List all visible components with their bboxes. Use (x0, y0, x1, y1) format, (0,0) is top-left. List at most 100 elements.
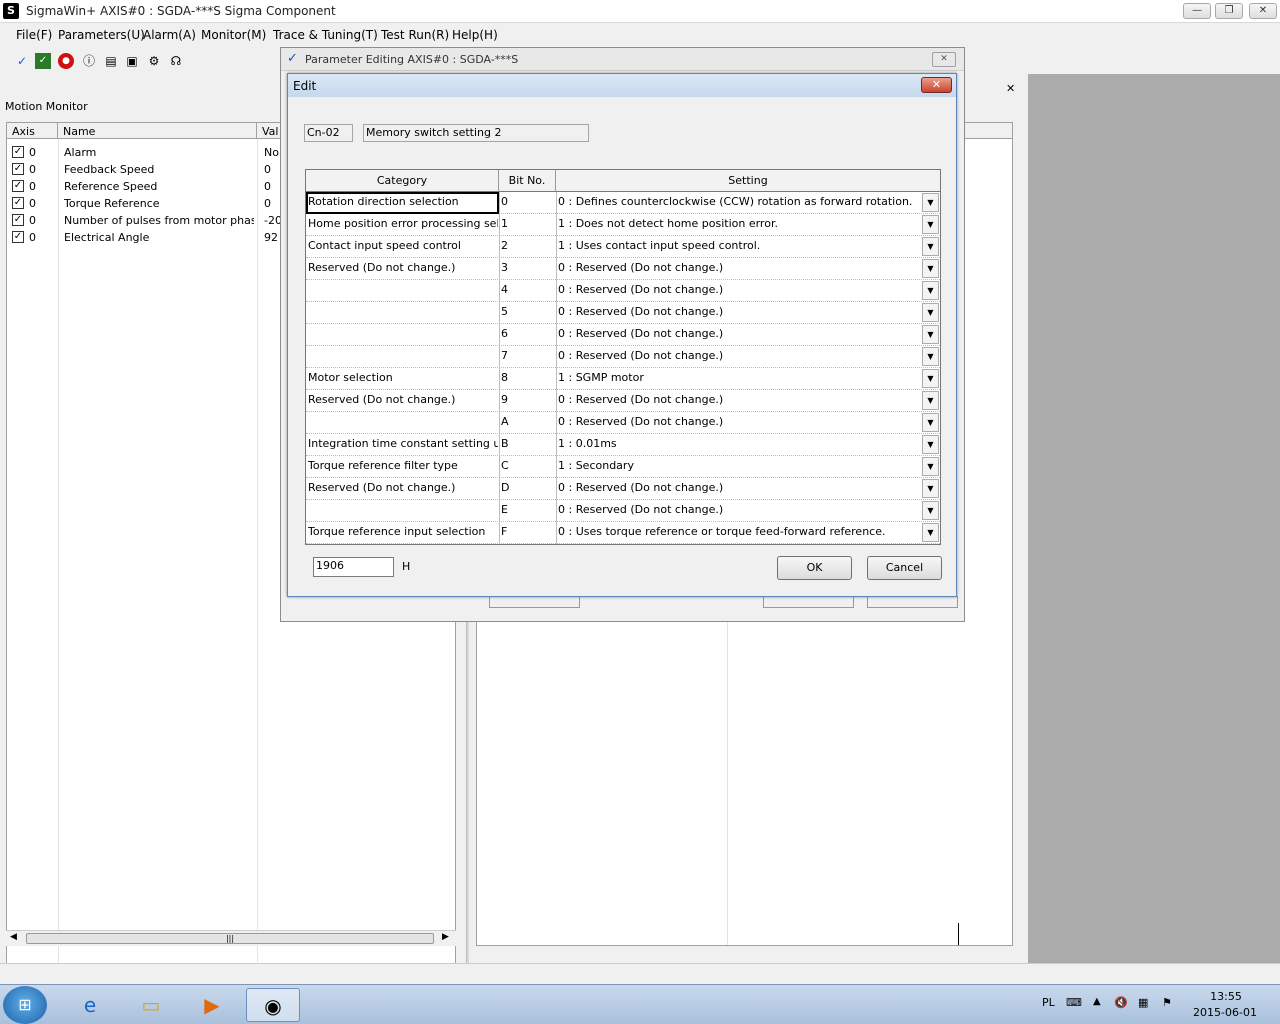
dropdown-arrow-icon[interactable]: ▼ (922, 347, 939, 366)
scroll-right-icon[interactable]: ▶ (442, 932, 449, 942)
record-icon[interactable]: ● (58, 53, 74, 69)
language-indicator[interactable]: PL (1042, 996, 1055, 1009)
bit-row[interactable]: E 0 : Reserved (Do not change.) ▼ (306, 500, 940, 522)
dropdown-arrow-icon[interactable]: ▼ (922, 457, 939, 476)
row-checkbox[interactable]: ✓ (12, 231, 24, 243)
hex-value-input[interactable]: 1906 (313, 557, 394, 577)
row-checkbox[interactable]: ✓ (12, 180, 24, 192)
info-icon[interactable]: ⓘ (81, 53, 97, 69)
ok-button[interactable]: OK (777, 556, 852, 580)
menu-alarm[interactable]: Alarm(A) (143, 28, 196, 42)
network-icon[interactable]: ⚙ (146, 53, 162, 69)
panel-icon[interactable]: ▤ (103, 53, 119, 69)
start-button[interactable]: ⊞ (3, 986, 47, 1024)
bit-row[interactable]: Torque reference input selection F 0 : Use… (306, 522, 940, 544)
menu-file[interactable]: File(F) (16, 28, 52, 42)
keyboard-icon[interactable]: ⌨ (1066, 996, 1082, 1009)
check-icon[interactable]: ✓ (14, 53, 30, 69)
row-setting[interactable]: 0 : Reserved (Do not change.) (558, 261, 918, 274)
scroll-left-icon[interactable]: ◀ (10, 932, 17, 942)
media-player-icon[interactable]: ▶ (185, 988, 239, 1022)
row-setting[interactable]: 0 : Reserved (Do not change.) (558, 415, 918, 428)
dropdown-arrow-icon[interactable]: ▼ (922, 281, 939, 300)
close-button[interactable]: ✕ (1249, 3, 1277, 19)
row-setting[interactable]: 1 : Uses contact input speed control. (558, 239, 918, 252)
menu-trace-tuning[interactable]: Trace & Tuning(T) (273, 28, 378, 42)
dropdown-arrow-icon[interactable]: ▼ (922, 479, 939, 498)
scroll-thumb[interactable]: ||| (26, 933, 434, 944)
folder-icon[interactable]: ▭ (124, 988, 178, 1022)
clock-time[interactable]: 13:55 (1196, 990, 1256, 1003)
close-pane-icon[interactable]: ✕ (1006, 82, 1015, 95)
sigmawin-taskbar-icon[interactable]: ◉ (246, 988, 300, 1022)
tray-arrow-icon[interactable]: ▲ (1093, 996, 1101, 1007)
action-center-icon[interactable]: ⚑ (1162, 996, 1172, 1009)
param-number-field: Cn-02 (304, 124, 353, 142)
menu-parameters[interactable]: Parameters(U) (58, 28, 145, 42)
col-name[interactable]: Name (58, 123, 257, 139)
network-tray-icon[interactable]: ▦ (1138, 996, 1148, 1009)
bit-row[interactable]: Contact input speed control 2 1 : Uses con… (306, 236, 940, 258)
bit-row[interactable]: Motor selection 8 1 : SGMP motor ▼ (306, 368, 940, 390)
dropdown-arrow-icon[interactable]: ▼ (922, 237, 939, 256)
bit-row[interactable]: 4 0 : Reserved (Do not change.) ▼ (306, 280, 940, 302)
bit-row[interactable]: 6 0 : Reserved (Do not change.) ▼ (306, 324, 940, 346)
param-close-button[interactable]: ✕ (932, 52, 956, 67)
bit-row[interactable]: Rotation direction selection 0 0 : Defines… (306, 192, 940, 214)
clock-date[interactable]: 2015-06-01 (1190, 1006, 1260, 1019)
app-icon[interactable]: S (3, 3, 19, 19)
row-setting[interactable]: 1 : Does not detect home position error. (558, 217, 918, 230)
row-setting[interactable]: 0 : Reserved (Do not change.) (558, 393, 918, 406)
col-axis[interactable]: Axis (7, 123, 58, 139)
row-setting[interactable]: 0 : Defines counterclockwise (CCW) rotat… (558, 195, 918, 208)
edit-close-button[interactable]: ✕ (921, 77, 952, 93)
row-setting[interactable]: 0 : Reserved (Do not change.) (558, 283, 918, 296)
bit-row[interactable]: Reserved (Do not change.) D 0 : Reserved (… (306, 478, 940, 500)
bit-row[interactable]: Torque reference filter type C 1 : Seconda… (306, 456, 940, 478)
row-setting[interactable]: 0 : Reserved (Do not change.) (558, 327, 918, 340)
row-checkbox[interactable]: ✓ (12, 197, 24, 209)
row-setting[interactable]: 0 : Reserved (Do not change.) (558, 305, 918, 318)
horizontal-scrollbar[interactable]: ◀ ||| ▶ (6, 930, 456, 946)
verify-icon[interactable]: ✓ (35, 53, 51, 69)
volume-icon[interactable]: 🔇 (1114, 996, 1128, 1009)
cancel-button[interactable]: Cancel (867, 556, 942, 580)
menu-help[interactable]: Help(H) (452, 28, 498, 42)
dropdown-arrow-icon[interactable]: ▼ (922, 501, 939, 520)
dropdown-arrow-icon[interactable]: ▼ (922, 259, 939, 278)
dropdown-arrow-icon[interactable]: ▼ (922, 523, 939, 542)
row-setting[interactable]: 0 : Reserved (Do not change.) (558, 503, 918, 516)
restore-button[interactable]: ❐ (1215, 3, 1243, 19)
row-checkbox[interactable]: ✓ (12, 146, 24, 158)
internet-explorer-icon[interactable]: e (63, 988, 117, 1022)
edit-dialog-titlebar: Edit ✕ (288, 74, 956, 97)
dropdown-arrow-icon[interactable]: ▼ (922, 215, 939, 234)
bit-row[interactable]: Integration time constant setting unit B 1… (306, 434, 940, 456)
menu-test-run[interactable]: Test Run(R) (381, 28, 449, 42)
bit-row[interactable]: 5 0 : Reserved (Do not change.) ▼ (306, 302, 940, 324)
row-checkbox[interactable]: ✓ (12, 163, 24, 175)
row-checkbox[interactable]: ✓ (12, 214, 24, 226)
dropdown-arrow-icon[interactable]: ▼ (922, 369, 939, 388)
dropdown-arrow-icon[interactable]: ▼ (922, 325, 939, 344)
menu-monitor[interactable]: Monitor(M) (201, 28, 266, 42)
monitor-icon[interactable]: ▣ (124, 53, 140, 69)
row-setting[interactable]: 1 : Secondary (558, 459, 918, 472)
dropdown-arrow-icon[interactable]: ▼ (922, 391, 939, 410)
row-setting[interactable]: 0 : Reserved (Do not change.) (558, 349, 918, 362)
bit-row[interactable]: Home position error processing selectio1… (306, 214, 940, 236)
bit-row[interactable]: 7 0 : Reserved (Do not change.) ▼ (306, 346, 940, 368)
dropdown-arrow-icon[interactable]: ▼ (922, 303, 939, 322)
dropdown-arrow-icon[interactable]: ▼ (922, 193, 939, 212)
bit-row[interactable]: A 0 : Reserved (Do not change.) ▼ (306, 412, 940, 434)
connect-icon[interactable]: ☊ (168, 53, 184, 69)
row-setting[interactable]: 0 : Uses torque reference or torque feed… (558, 525, 918, 538)
row-setting[interactable]: 1 : SGMP motor (558, 371, 918, 384)
dropdown-arrow-icon[interactable]: ▼ (922, 435, 939, 454)
bit-row[interactable]: Reserved (Do not change.) 9 0 : Reserved (… (306, 390, 940, 412)
minimize-button[interactable]: — (1183, 3, 1211, 19)
bit-row[interactable]: Reserved (Do not change.) 3 0 : Reserved (… (306, 258, 940, 280)
row-setting[interactable]: 0 : Reserved (Do not change.) (558, 481, 918, 494)
dropdown-arrow-icon[interactable]: ▼ (922, 413, 939, 432)
row-setting[interactable]: 1 : 0.01ms (558, 437, 918, 450)
